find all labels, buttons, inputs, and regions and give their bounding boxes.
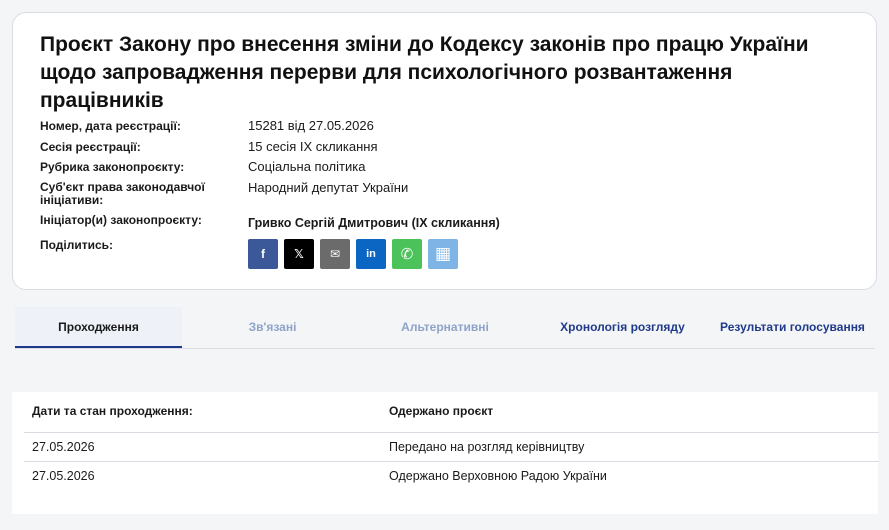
row-1-status: Передано на розгляд керівництву [389,440,585,454]
rubric-label: Рубрика законопроєкту: [40,160,185,174]
initiator-link[interactable]: Гривко Сергій Дмитрович (IX скликання) [248,216,500,230]
facebook-share-button[interactable]: f [248,239,278,269]
row-divider [24,461,879,462]
dates-header: Дати та стан проходження: [32,404,193,418]
row-1-date: 27.05.2026 [32,440,95,454]
tab-passage[interactable]: Проходження [15,307,182,349]
whatsapp-share-button[interactable]: ✆ [392,239,422,269]
registration-label: Номер, дата реєстрації: [40,119,181,133]
email-share-button[interactable]: ✉ [320,239,350,269]
passage-table: Дати та стан проходження: Одержано проєк… [12,392,879,514]
status-header: Одержано проєкт [389,404,494,418]
subject-label: Суб'єкт права законодавчої ініціативи: [40,180,205,207]
session-label: Сесія реєстрації: [40,140,141,154]
bill-title: Проєкт Закону про внесення зміни до Коде… [40,33,809,112]
qr-code-button[interactable]: ▦ [428,239,458,269]
x-icon: 𝕏 [294,247,304,261]
tab-alternative[interactable]: Альтернативні [370,307,520,347]
bill-card: Проєкт Закону про внесення зміни до Коде… [12,12,877,290]
row-divider [24,432,879,433]
subject-value: Народний депутат України [248,180,409,195]
linkedin-share-button[interactable]: in [356,239,386,269]
initiator-label: Ініціатор(и) законопроєкту: [40,213,202,227]
x-share-button[interactable]: 𝕏 [284,239,314,269]
email-icon: ✉ [329,247,341,261]
tab-chronology[interactable]: Хронологія розгляду [540,307,705,347]
tabs-bar: Проходження Зв'язані Альтернативні Хроно… [15,307,875,349]
tab-related[interactable]: Зв'язані [195,307,350,347]
whatsapp-icon: ✆ [400,246,414,263]
registration-value: 15281 від 27.05.2026 [248,118,374,133]
row-2-date: 27.05.2026 [32,469,95,483]
facebook-icon: f [261,247,265,261]
share-buttons: f 𝕏 ✉ in ✆ ▦ [248,239,458,269]
row-2-status: Одержано Верховною Радою України [389,469,607,483]
qr-code-icon: ▦ [434,244,452,263]
session-value: 15 сесія IX скликання [248,139,378,154]
rubric-value: Соціальна політика [248,159,366,174]
linkedin-icon: in [366,248,376,260]
share-label: Поділитись: [40,238,114,252]
tabs-divider [15,348,875,349]
tab-voting-results[interactable]: Результати голосування [715,307,870,347]
